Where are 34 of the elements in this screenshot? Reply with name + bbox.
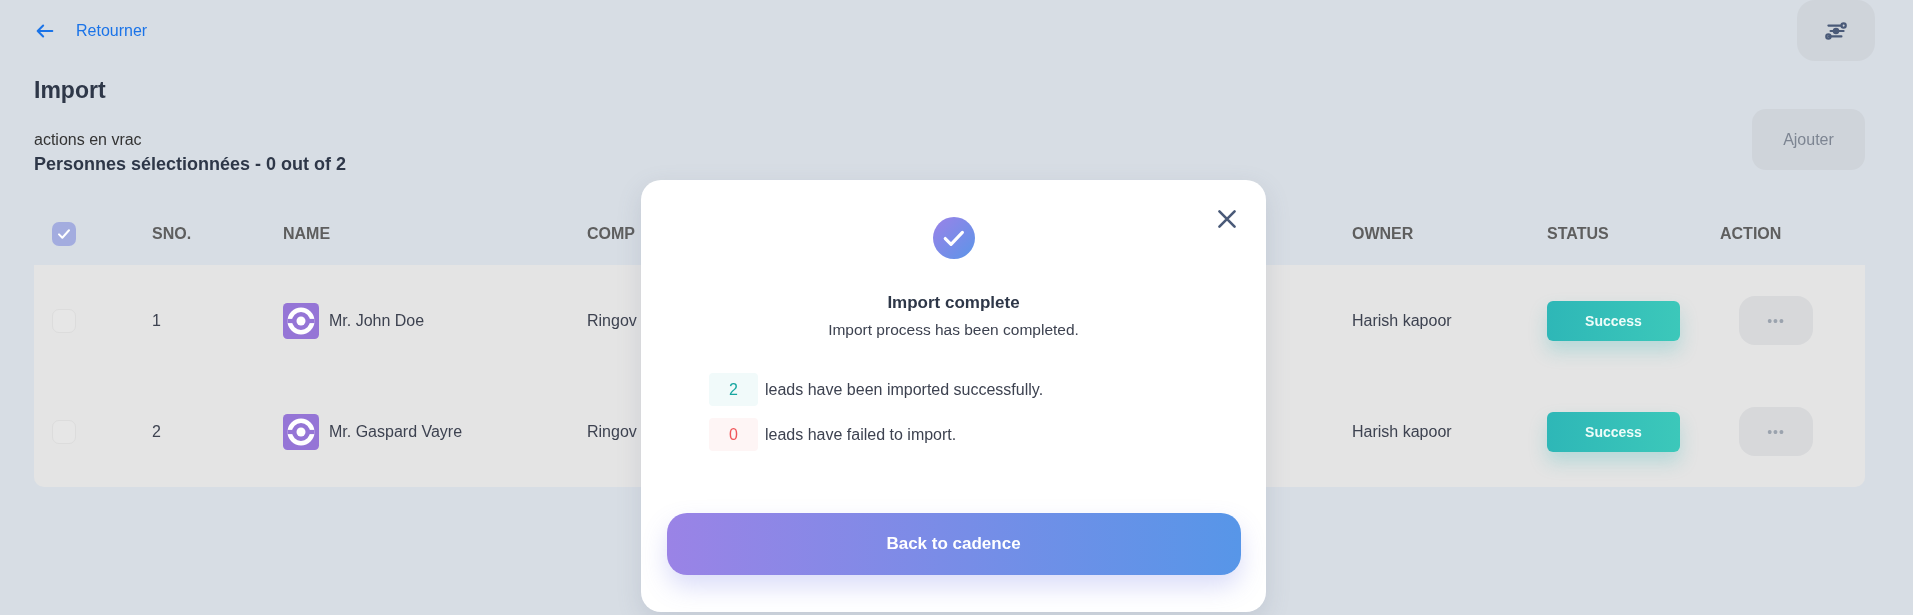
stat-text: leads have been imported successfully. [765,380,1044,399]
table-cell: Ringov [587,422,637,441]
stat-text: leads have failed to import. [765,425,957,444]
column-header: COMP [587,225,635,243]
page-title: Import [34,77,107,104]
table-cell: 1 [152,311,161,330]
bulk-actions-label: actions en vrac [34,131,143,149]
modal-title: Import complete [887,293,1020,313]
check-circle-icon [932,217,975,259]
table-cell: Mr. John Doe [329,311,425,330]
avatar-icon [283,302,319,339]
back-link[interactable]: Retourner [34,20,148,42]
column-header: OWNER [1352,225,1414,243]
more-button[interactable]: ••• [1739,296,1813,345]
column-header: NAME [283,225,331,243]
checkbox[interactable] [52,222,76,246]
modal-subtitle: Import process has been completed. [828,321,1079,339]
back-to-cadence-button[interactable]: Back to cadence [666,513,1241,575]
table-cell: 2 [152,422,161,441]
count-badge: 0 [709,418,758,451]
column-header: STATUS [1547,225,1609,243]
table-cell: Harish kapoor [1352,422,1452,441]
count-badge: 2 [709,373,758,406]
table-cell: Harish kapoor [1352,311,1452,330]
column-header: SNO. [152,225,192,243]
table-cell: Mr. Gaspard Vayre [329,422,463,441]
avatar-icon [283,413,319,450]
status-badge: Success [1547,300,1680,341]
selection-summary: Personnes sélectionnées - 0 out of 2 [34,154,347,175]
more-button[interactable]: ••• [1739,407,1813,456]
status-badge: Success [1547,411,1680,452]
column-header: ACTION [1720,225,1782,243]
settings-button[interactable] [1797,0,1875,61]
table-cell: Ringov [587,311,637,330]
